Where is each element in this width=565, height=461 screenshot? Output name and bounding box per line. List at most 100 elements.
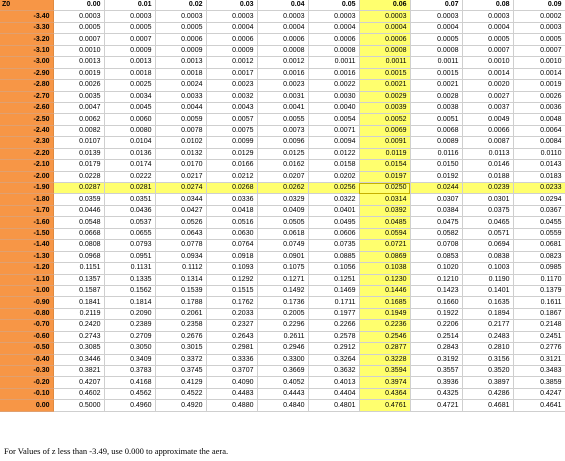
probability-cell: 0.0436 — [104, 205, 156, 218]
table-row: -0.20 0.4207 0.4168 0.4129 0.4090 0.4052 0.401… — [0, 376, 565, 389]
table-row: -3.20 0.0007 0.0007 0.0006 0.0006 0.0006 0.000… — [0, 33, 565, 46]
probability-cell: 0.0322 — [308, 193, 360, 206]
probability-cell: 0.0008 — [359, 45, 411, 58]
probability-cell: 0.0004 — [410, 22, 463, 35]
probability-cell: 0.0005 — [104, 22, 156, 35]
probability-cell: 0.0054 — [308, 113, 360, 126]
probability-cell: 0.0446 — [53, 205, 105, 218]
probability-cell: 0.0038 — [410, 102, 463, 115]
probability-cell: 0.1515 — [206, 285, 258, 298]
probability-cell: 0.0003 — [53, 10, 105, 23]
z-row-label: -0.10 — [0, 388, 54, 401]
z-row-label: -1.30 — [0, 251, 54, 264]
probability-cell: 0.0344 — [155, 193, 207, 206]
z-row-label: -1.00 — [0, 285, 54, 298]
z-row-label: -0.60 — [0, 331, 54, 344]
probability-cell: 0.2148 — [513, 319, 565, 332]
probability-cell: 0.0281 — [104, 182, 156, 195]
probability-cell: 0.3783 — [104, 365, 156, 378]
probability-cell: 0.0078 — [155, 125, 207, 138]
probability-cell: 0.0027 — [462, 91, 514, 103]
probability-cell: 0.0139 — [53, 148, 105, 161]
probability-cell: 0.0035 — [53, 91, 105, 103]
probability-cell: 0.0014 — [513, 68, 565, 81]
probability-cell: 0.1736 — [257, 296, 309, 309]
probability-cell: 0.0031 — [257, 91, 309, 103]
z-row-label: -1.80 — [0, 193, 54, 206]
probability-cell: 0.2546 — [359, 331, 411, 344]
probability-cell: 0.4880 — [206, 399, 258, 412]
probability-cell: 0.0823 — [513, 251, 565, 264]
probability-cell: 0.0004 — [206, 22, 258, 35]
z-row-label: -2.30 — [0, 136, 54, 149]
probability-cell: 0.0869 — [359, 251, 411, 264]
column-header: 0.02 — [155, 0, 207, 12]
probability-cell: 0.4721 — [410, 399, 463, 412]
probability-cell: 0.0075 — [206, 125, 258, 138]
probability-cell: 0.1151 — [53, 262, 105, 275]
probability-cell: 0.2810 — [462, 342, 514, 355]
probability-cell: 0.4247 — [513, 388, 565, 401]
probability-cell: 0.2578 — [308, 331, 360, 344]
probability-cell: 0.0256 — [308, 182, 360, 195]
probability-cell: 0.0049 — [462, 113, 514, 126]
z-row-label: -0.50 — [0, 342, 54, 355]
probability-cell: 0.0009 — [155, 45, 207, 58]
probability-cell: 0.0005 — [155, 22, 207, 35]
probability-cell: 0.0301 — [462, 193, 514, 206]
probability-cell: 0.1788 — [155, 296, 207, 309]
probability-cell: 0.0202 — [308, 171, 360, 184]
probability-cell: 0.2236 — [359, 319, 411, 332]
z-row-label: -3.40 — [0, 10, 54, 23]
z-row-label: -1.10 — [0, 274, 54, 286]
probability-cell: 0.0004 — [308, 22, 360, 35]
probability-cell: 0.2776 — [513, 342, 565, 355]
table-row: -2.50 0.0062 0.0060 0.0059 0.0057 0.0055 0.005… — [0, 113, 565, 126]
table-row: -1.10 0.1357 0.1335 0.1314 0.1292 0.1271 0.125… — [0, 274, 565, 286]
probability-cell: 0.0003 — [257, 10, 309, 23]
probability-cell: 0.0548 — [53, 216, 105, 229]
column-header: 0.09 — [513, 0, 565, 12]
probability-cell: 0.0055 — [257, 113, 309, 126]
probability-cell: 0.1841 — [53, 296, 105, 309]
probability-cell: 0.0559 — [513, 228, 565, 241]
probability-cell: 0.0132 — [155, 148, 207, 161]
probability-cell: 0.0005 — [53, 22, 105, 35]
column-header: 0.07 — [410, 0, 463, 12]
probability-cell: 0.0020 — [462, 79, 514, 92]
probability-cell: 0.1190 — [462, 274, 514, 286]
probability-cell: 0.0003 — [359, 10, 411, 23]
z-column-header: Z0 — [0, 0, 54, 12]
probability-cell: 0.0006 — [359, 33, 411, 46]
probability-cell: 0.0853 — [410, 251, 463, 264]
probability-cell: 0.1922 — [410, 308, 463, 321]
table-row: -3.00 0.0013 0.0013 0.0013 0.0012 0.0012 0.001… — [0, 56, 565, 69]
probability-cell: 0.0025 — [104, 79, 156, 92]
probability-cell: 0.0009 — [206, 45, 258, 58]
probability-cell: 0.0015 — [359, 68, 411, 81]
probability-cell: 0.0618 — [257, 228, 309, 241]
probability-cell: 0.0778 — [155, 239, 207, 252]
probability-cell: 0.0188 — [462, 171, 514, 184]
probability-cell: 0.0005 — [410, 33, 463, 46]
probability-cell: 0.0034 — [104, 91, 156, 103]
probability-cell: 0.0179 — [53, 159, 105, 172]
probability-cell: 0.0006 — [257, 33, 309, 46]
highlighted-value-cell: 0.0250 — [359, 182, 411, 195]
probability-cell: 0.1660 — [410, 296, 463, 309]
z-row-label: -2.70 — [0, 91, 54, 103]
probability-cell: 0.0630 — [206, 228, 258, 241]
table-row: -2.40 0.0082 0.0080 0.0078 0.0075 0.0073 0.007… — [0, 125, 565, 138]
probability-cell: 0.0012 — [206, 56, 258, 69]
probability-cell: 0.1379 — [513, 285, 565, 298]
probability-cell: 0.1056 — [308, 262, 360, 275]
z-row-label: -2.50 — [0, 113, 54, 126]
probability-cell: 0.0071 — [308, 125, 360, 138]
probability-cell: 0.4207 — [53, 376, 105, 389]
probability-cell: 0.0023 — [257, 79, 309, 92]
probability-cell: 0.3557 — [410, 365, 463, 378]
probability-cell: 0.1711 — [308, 296, 360, 309]
probability-cell: 0.0307 — [410, 193, 463, 206]
probability-cell: 0.3707 — [206, 365, 258, 378]
probability-cell: 0.0294 — [513, 193, 565, 206]
